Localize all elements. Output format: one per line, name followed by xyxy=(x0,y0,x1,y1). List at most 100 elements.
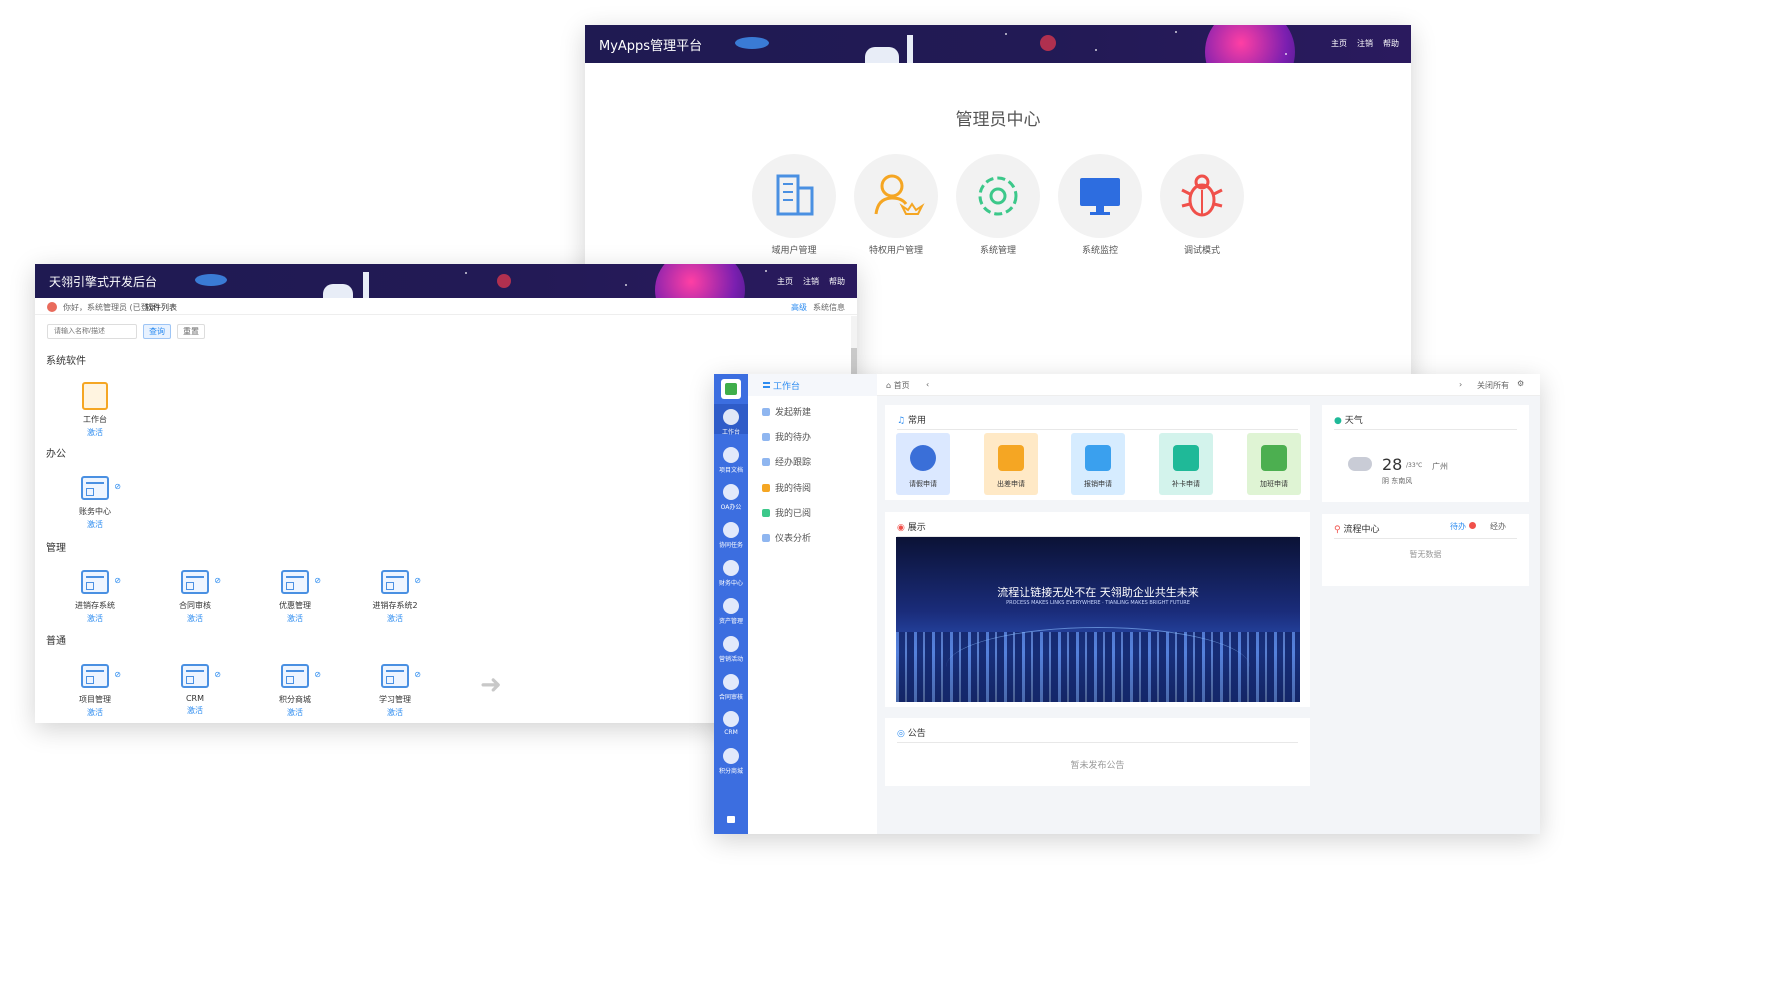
pin-icon[interactable]: ⊘ xyxy=(114,576,121,585)
pin-icon[interactable]: ⊘ xyxy=(414,670,421,679)
pin-icon[interactable]: ⊘ xyxy=(314,576,321,585)
pin-icon[interactable]: ⊘ xyxy=(114,670,121,679)
quick-action-leave[interactable]: 请假申请 xyxy=(896,433,950,495)
menu-item-dashboard[interactable]: 仪表分析 xyxy=(762,531,811,544)
debug-mode-button[interactable] xyxy=(1160,154,1244,238)
logout-link[interactable]: 注销 xyxy=(1357,38,1373,49)
app-tile[interactable]: ⊘ 进销存系统 激活 xyxy=(55,570,135,624)
tab-prev-icon[interactable]: ‹ xyxy=(926,380,929,389)
rail-item[interactable]: 营销活动 xyxy=(714,636,748,663)
admin-heading: 管理员中心 xyxy=(955,110,1041,130)
notice-title: ◎ 公告 xyxy=(897,729,926,739)
menu-item-read[interactable]: 我的已阅 xyxy=(762,506,811,519)
menu-active-item[interactable]: 工作台 xyxy=(773,379,800,392)
pin-icon[interactable]: ⊘ xyxy=(314,670,321,679)
common-title: ♫ 常用 xyxy=(897,416,926,426)
scrollbar-thumb[interactable] xyxy=(851,348,857,374)
app-finance-center[interactable]: ⊘ 账务中心 激活 xyxy=(55,476,135,530)
system-manage-button[interactable] xyxy=(956,154,1040,238)
track-icon xyxy=(762,458,770,466)
notice-card: ◎ 公告 暂未发布公告 xyxy=(885,718,1310,786)
flow-tab-done[interactable]: 经办 xyxy=(1490,521,1506,532)
app-name: 项目管理 xyxy=(79,695,111,704)
settings-icon[interactable]: ⚙ xyxy=(1517,379,1524,388)
display-title: ◉ 展示 xyxy=(897,523,926,533)
quick-action-card[interactable]: 补卡申请 xyxy=(1159,433,1213,495)
pin-icon[interactable]: ⊘ xyxy=(214,576,221,585)
logout-link[interactable]: 注销 xyxy=(803,276,819,287)
app-name: 进销存系统2 xyxy=(372,601,418,610)
home-link[interactable]: 主页 xyxy=(777,276,793,287)
tab-next-icon[interactable]: › xyxy=(1459,380,1462,389)
bug-icon xyxy=(1181,174,1223,217)
tower-icon xyxy=(907,35,913,63)
rail-item[interactable]: OA办公 xyxy=(714,484,748,511)
app-status[interactable]: 激活 xyxy=(55,427,135,438)
help-link[interactable]: 帮助 xyxy=(1383,38,1399,49)
pin-icon[interactable]: ⊘ xyxy=(114,482,121,491)
planet-decoration xyxy=(1040,35,1056,51)
system-info-link[interactable]: 系统信息 xyxy=(813,302,845,313)
pin-icon[interactable]: ⊘ xyxy=(214,670,221,679)
planet-decoration xyxy=(655,264,745,298)
monitor-icon xyxy=(1080,178,1120,215)
airship-icon xyxy=(735,37,769,49)
quick-action-overtime[interactable]: 加班申请 xyxy=(1247,433,1301,495)
privileged-user-button[interactable] xyxy=(854,154,938,238)
home-tab[interactable]: ⌂ 首页 xyxy=(886,380,910,391)
rail-item[interactable]: 协同任务 xyxy=(714,522,748,549)
menu-item-toread[interactable]: 我的待阅 xyxy=(762,481,811,494)
system-monitor-button[interactable] xyxy=(1058,154,1142,238)
advanced-link[interactable]: 高级 xyxy=(791,302,807,313)
menu-item-track[interactable]: 经办跟踪 xyxy=(762,455,811,468)
flow-tab-todo[interactable]: 待办 xyxy=(1450,521,1476,532)
home-link[interactable]: 主页 xyxy=(1331,38,1347,49)
reset-button[interactable]: 重置 xyxy=(177,324,205,339)
quick-action-trip[interactable]: 出差申请 xyxy=(984,433,1038,495)
menu-item-new[interactable]: 发起新建 xyxy=(762,405,811,418)
rail-item-workbench[interactable]: 工作台 xyxy=(714,409,748,436)
app-status[interactable]: 激活 xyxy=(255,707,335,718)
city-banner-image[interactable]: 流程让链接无处不在 天翎助企业共生未来 PROCESS MAKES LINKS … xyxy=(896,537,1300,702)
rail-item[interactable]: 积分商城 xyxy=(714,748,748,775)
rail-item[interactable]: 资产管理 xyxy=(714,598,748,625)
app-status[interactable]: 激活 xyxy=(155,613,235,624)
rail-item[interactable]: 财务中心 xyxy=(714,560,748,587)
app-tile[interactable]: ⊘ 进销存系统2 激活 xyxy=(355,570,435,624)
app-status[interactable]: 激活 xyxy=(155,705,235,716)
rail-item[interactable]: 合同审核 xyxy=(714,674,748,701)
app-status[interactable]: 激活 xyxy=(355,707,435,718)
app-tile[interactable]: ⊘ 优惠管理 激活 xyxy=(255,570,335,624)
badge-dot xyxy=(1468,522,1476,529)
app-tile[interactable]: ⊘ 合同审核 激活 xyxy=(155,570,235,624)
app-status[interactable]: 激活 xyxy=(55,519,135,530)
planet-decoration xyxy=(497,274,511,288)
app-workbench[interactable]: 工作台 激活 xyxy=(55,382,135,438)
app-tile[interactable]: ⊘ CRM 激活 xyxy=(155,664,235,716)
app-status[interactable]: 激活 xyxy=(255,613,335,624)
cloud-rain-icon xyxy=(1348,457,1372,471)
weather-desc: 阴 东南风 xyxy=(1382,477,1413,485)
app-tile[interactable]: ⊘ 学习管理 激活 xyxy=(355,664,435,718)
home-icon: ⌂ xyxy=(886,381,894,390)
menu-item-todo[interactable]: 我的待办 xyxy=(762,430,811,443)
app-status[interactable]: 激活 xyxy=(355,613,435,624)
app-name: 积分商城 xyxy=(279,695,311,704)
search-input[interactable] xyxy=(47,324,137,339)
rail-item[interactable]: 项目文档 xyxy=(714,447,748,474)
search-button[interactable]: 查询 xyxy=(143,324,171,339)
section-system-software: 系统软件 xyxy=(46,356,86,367)
app-tile[interactable]: ⊘ 项目管理 激活 xyxy=(55,664,135,718)
lock-icon[interactable] xyxy=(727,816,735,823)
app-status[interactable]: 激活 xyxy=(55,613,135,624)
domain-user-button[interactable] xyxy=(752,154,836,238)
quick-action-expense[interactable]: 报销申请 xyxy=(1071,433,1125,495)
tab-bar xyxy=(877,374,1540,396)
rail-item[interactable]: CRM xyxy=(714,711,748,736)
pin-icon[interactable]: ⊘ xyxy=(414,576,421,585)
app-name: 进销存系统 xyxy=(75,601,115,610)
close-all-button[interactable]: 关闭所有 xyxy=(1477,380,1509,391)
app-tile[interactable]: ⊘ 积分商城 激活 xyxy=(255,664,335,718)
help-link[interactable]: 帮助 xyxy=(829,276,845,287)
app-status[interactable]: 激活 xyxy=(55,707,135,718)
